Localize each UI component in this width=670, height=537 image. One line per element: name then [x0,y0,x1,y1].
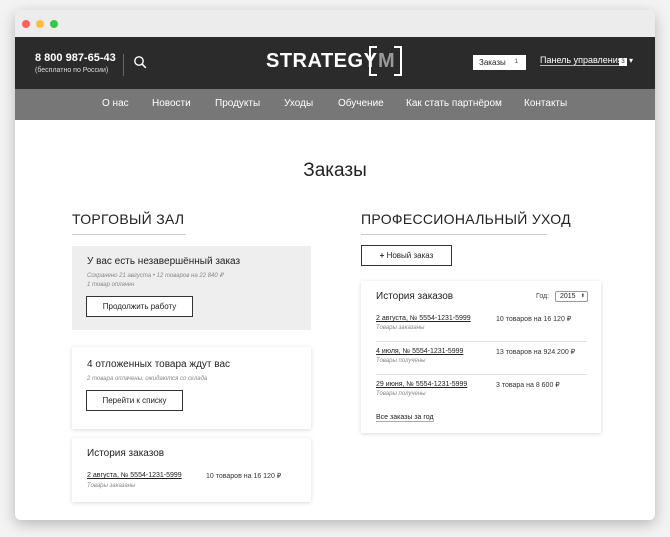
order-status: Товары получены [376,358,426,364]
phone-note: (бесплатно по России) [35,67,109,74]
draft-order-meta: Сохранено 21 августа • 12 товаров на 22 … [87,273,224,279]
select-arrows-icon: ⬍ [580,293,585,299]
order-link[interactable]: 2 августа, № 5554-1231-5999 [376,315,471,322]
plus-icon: + [379,251,385,260]
main-nav: О нас Новости Продукты Уходы Обучение Ка… [15,89,655,120]
order-link[interactable]: 29 июня, № 5554-1231-5999 [376,381,467,388]
new-order-label: Новый заказ [386,251,434,260]
minimize-window-icon[interactable] [36,20,44,28]
order-status: Товары заказаны [87,483,136,489]
page-title: Заказы [303,160,367,181]
order-summary: 10 товаров на 16 120 ₽ [206,473,282,480]
nav-item-partner[interactable]: Как стать партнёром [406,98,502,109]
retail-order-history-card: История заказов 2 августа, № 5554-1231-5… [72,438,311,502]
order-summary: 13 товаров на 924 200 ₽ [496,349,576,356]
year-select-value: 2015 [560,293,576,300]
draft-order-card: У вас есть незавершённый заказ Сохранено… [72,246,311,330]
order-link[interactable]: 4 июля, № 5554-1231-5999 [376,348,463,355]
nav-item-contacts[interactable]: Контакты [524,98,567,109]
professional-section-title: ПРОФЕССИОНАЛЬНЫЙ УХОД [361,211,571,227]
control-panel-link[interactable]: Панель управления [540,55,623,66]
nav-item-education[interactable]: Обучение [338,98,384,109]
order-link[interactable]: 2 августа, № 5554-1231-5999 [87,472,182,479]
search-icon[interactable] [133,55,147,69]
orders-button-label: Заказы [479,58,506,67]
retail-title-underline [72,234,186,235]
window-titlebar [15,10,655,37]
orders-count-badge: 1 [514,59,518,65]
professional-title-underline [361,234,547,235]
all-orders-link[interactable]: Все заказы за год [376,414,434,422]
nav-item-products[interactable]: Продукты [215,98,260,109]
phone-number[interactable]: 8 800 987-65-43 [35,52,116,64]
orders-button[interactable]: Заказы 1 [473,55,526,70]
control-panel-badge: 3 [619,58,627,66]
continue-work-button[interactable]: Продолжить работу [86,296,193,317]
postponed-items-title: 4 отложенных товара ждут вас [87,359,231,370]
close-window-icon[interactable] [22,20,30,28]
postponed-items-meta: 2 товара оплачены, ожидаются со склада [87,376,208,382]
site-header: 8 800 987-65-43 (бесплатно по России) ST… [15,37,655,89]
logo-mark[interactable]: M [369,46,402,76]
retail-order-history-title: История заказов [87,448,165,459]
logo-mark-letter: M [378,50,395,72]
chevron-down-icon[interactable]: ▾ [629,56,633,65]
order-summary: 3 товара на 8 600 ₽ [496,382,560,389]
draft-order-paid: 1 товар оплачен [87,282,135,288]
new-order-button[interactable]: + Новый заказ [361,245,452,266]
order-summary: 10 товаров на 16 120 ₽ [496,316,572,323]
logo-text[interactable]: STRATEGY [266,50,377,73]
year-select[interactable]: 2015 ⬍ [555,291,588,302]
nav-item-about[interactable]: О нас [102,98,129,109]
browser-window: 8 800 987-65-43 (бесплатно по России) ST… [15,10,655,520]
maximize-window-icon[interactable] [50,20,58,28]
nav-item-news[interactable]: Новости [152,98,191,109]
retail-section-title: ТОРГОВЫЙ ЗАЛ [72,211,185,227]
draft-order-title: У вас есть незавершённый заказ [87,256,241,267]
nav-item-care[interactable]: Уходы [284,98,313,109]
row-divider [376,341,587,342]
professional-order-history-title: История заказов [376,291,454,302]
order-status: Товары заказаны [376,325,425,331]
postponed-items-card: 4 отложенных товара ждут вас 2 товара оп… [72,347,311,429]
go-to-list-button[interactable]: Перейти к списку [86,390,183,411]
order-status: Товары получены [376,391,426,397]
professional-order-history-card: История заказов Год: 2015 ⬍ 2 августа, №… [361,281,601,433]
header-divider [123,54,124,76]
row-divider [376,374,587,375]
year-label: Год: [536,293,550,300]
